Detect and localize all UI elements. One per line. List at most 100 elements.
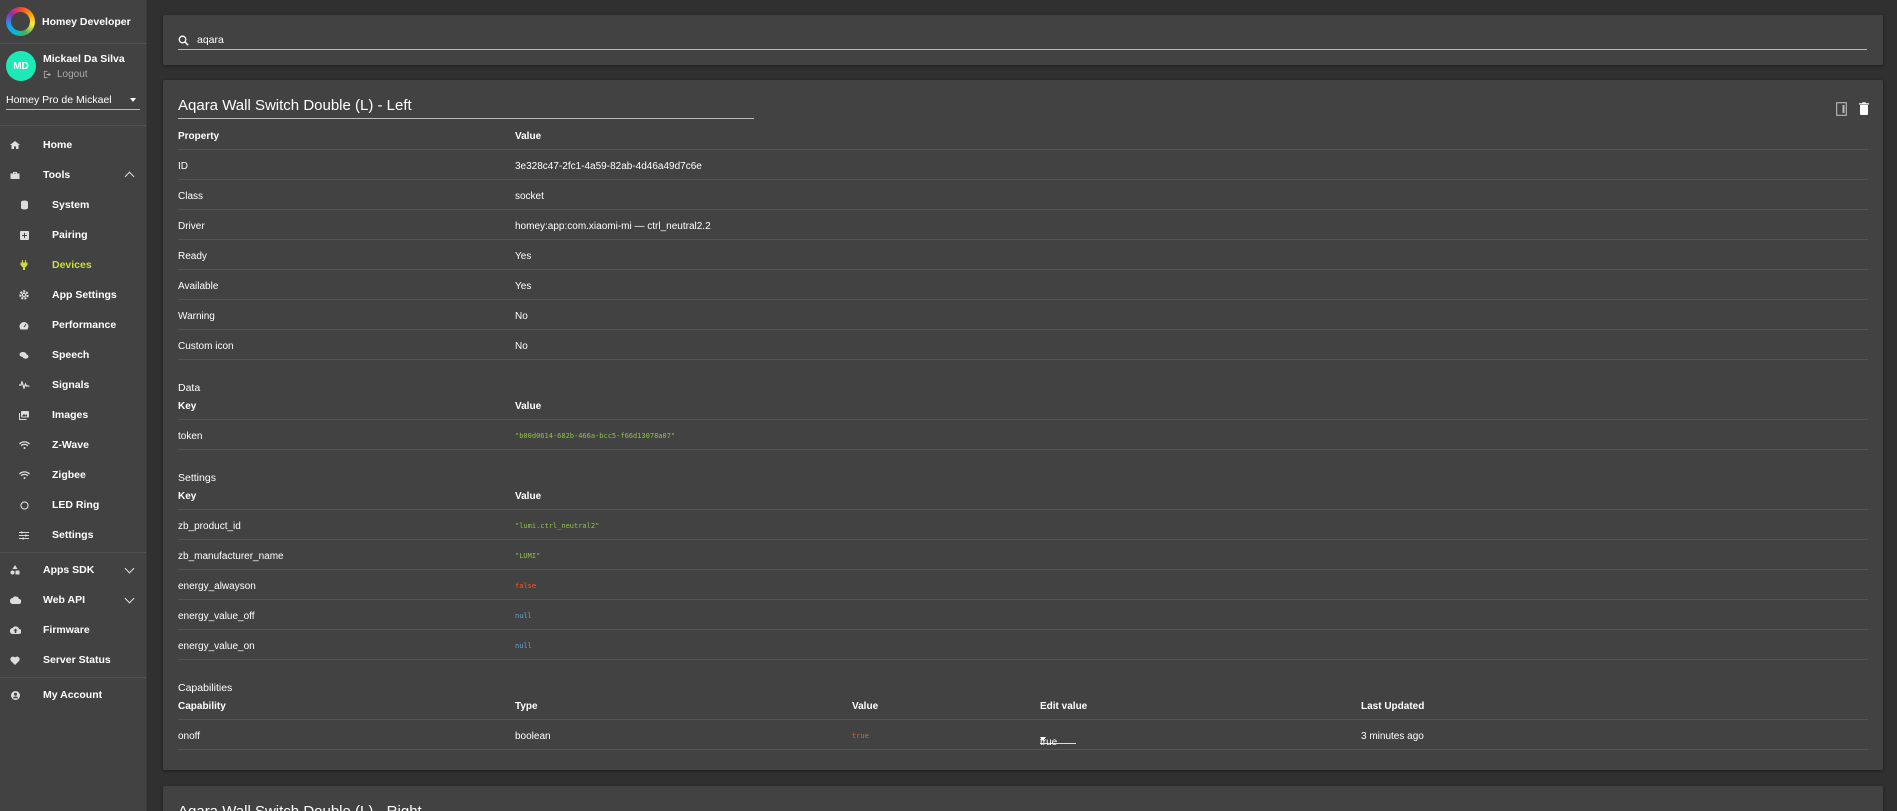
capability-name: onoff xyxy=(178,731,201,742)
nav-label: Speech xyxy=(52,349,90,361)
setting-value: "lumi.ctrl_neutral2" xyxy=(515,522,600,530)
avatar[interactable]: MD xyxy=(6,51,36,81)
prop-value: 3e328c47-2fc1-4a59-82ab-4d46a49d7c6e xyxy=(515,161,702,172)
prop-value: No xyxy=(515,311,528,322)
setting-value: null xyxy=(515,612,532,620)
nav-item-devices[interactable]: Devices xyxy=(0,250,146,280)
nav-item-firmware[interactable]: Firmware xyxy=(0,615,146,645)
nav-label: Devices xyxy=(52,259,92,271)
brand-title: Homey Developer xyxy=(42,15,131,28)
table-row: zb_manufacturer_name "LUMI" xyxy=(178,540,1868,570)
nav-label: LED Ring xyxy=(52,499,100,511)
home-icon xyxy=(9,139,21,151)
nav-item-web-api[interactable]: Web API xyxy=(0,585,146,615)
nav-item-signals[interactable]: Signals xyxy=(0,370,146,400)
device-title[interactable]: Aqara Wall Switch Double (L) - Left xyxy=(178,97,754,119)
nav-label: Firmware xyxy=(43,624,90,636)
homey-select[interactable]: Homey Pro de Mickael xyxy=(6,90,140,110)
database-icon xyxy=(18,199,30,211)
table-row: energy_alwayson false xyxy=(178,570,1868,600)
user-name: Mickael Da Silva xyxy=(43,52,125,65)
nav-label: Performance xyxy=(52,319,117,331)
nav-item-tools[interactable]: Tools xyxy=(0,160,146,190)
nav-item-zwave[interactable]: Z-Wave xyxy=(0,430,146,460)
header-capability: Capability xyxy=(178,701,226,712)
device-title[interactable]: Aqara Wall Switch Double (L) - Right xyxy=(178,803,422,811)
table-row: Driver homey:app:com.xiaomi-mi — ctrl_neu… xyxy=(178,210,1868,240)
brand[interactable]: Homey Developer xyxy=(0,0,146,44)
prop-value: Yes xyxy=(515,281,532,292)
nav-item-pairing[interactable]: Pairing xyxy=(0,220,146,250)
setting-key: energy_alwayson xyxy=(178,581,256,592)
table-row: zb_product_id "lumi.ctrl_neutral2" xyxy=(178,510,1868,540)
properties-table: Property Value ID 3e328c47-2fc1-4a59-82ab… xyxy=(178,120,1868,360)
nav-item-led-ring[interactable]: LED Ring xyxy=(0,490,146,520)
heart-icon xyxy=(9,654,21,666)
header-value: Value xyxy=(515,491,542,502)
plus-box-icon xyxy=(18,229,30,241)
nav-item-speech[interactable]: Speech xyxy=(0,340,146,370)
table-row: token "b00d0614-682b-466a-bcc5-f66d13078a… xyxy=(178,420,1868,450)
speedometer-icon xyxy=(18,319,30,331)
prop-key: Available xyxy=(178,281,219,292)
nav-label: System xyxy=(52,199,90,211)
search-input[interactable]: aqara xyxy=(178,31,1867,50)
edit-value-select[interactable]: true xyxy=(1040,726,1076,748)
prop-key: Driver xyxy=(178,221,205,232)
logout-link[interactable]: Logout xyxy=(43,69,125,80)
setting-key: zb_product_id xyxy=(178,521,241,532)
data-key: token xyxy=(178,431,203,442)
capability-type: boolean xyxy=(515,731,551,742)
delete-icon[interactable] xyxy=(1859,102,1869,115)
prop-value: Yes xyxy=(515,251,532,262)
table-row: Custom icon No xyxy=(178,330,1868,360)
nav-item-system[interactable]: System xyxy=(0,190,146,220)
nav-item-server-status[interactable]: Server Status xyxy=(0,645,146,675)
nav-item-home[interactable]: Home xyxy=(0,130,146,160)
nav-label: Web API xyxy=(43,594,86,606)
table-row: energy_value_on null xyxy=(178,630,1868,660)
nav-item-my-account[interactable]: My Account xyxy=(0,680,146,710)
table-row: Warning No xyxy=(178,300,1868,330)
chevron-down-icon xyxy=(124,593,135,604)
nav-label: Pairing xyxy=(52,229,88,241)
nav-item-images[interactable]: Images xyxy=(0,400,146,430)
table-header: Property Value xyxy=(178,120,1868,150)
header-value: Value xyxy=(515,401,542,412)
settings-table: Key Value zb_product_id "lumi.ctrl_neutra… xyxy=(178,480,1868,660)
search-icon xyxy=(178,35,189,46)
nav-label: App Settings xyxy=(52,289,117,301)
nav-label: Tools xyxy=(43,169,71,181)
nav-item-app-settings[interactable]: App Settings xyxy=(0,280,146,310)
ring-icon xyxy=(18,499,30,511)
nav-item-zigbee[interactable]: Zigbee xyxy=(0,460,146,490)
logout-icon xyxy=(43,70,52,78)
nav-label: Z-Wave xyxy=(52,439,89,451)
table-row: energy_value_off null xyxy=(178,600,1868,630)
chevron-down-icon xyxy=(130,97,136,102)
plug-icon xyxy=(18,259,30,271)
search-value: aqara xyxy=(197,34,224,46)
device-card: Aqara Wall Switch Double (L) - Left Prop… xyxy=(163,80,1883,770)
setting-value: null xyxy=(515,642,532,650)
user-panel: MD Mickael Da Silva Logout xyxy=(0,44,146,88)
nav-item-performance[interactable]: Performance xyxy=(0,310,146,340)
setting-value: false xyxy=(515,582,537,590)
table-header: Capability Type Value Edit value Last Up… xyxy=(178,690,1868,720)
nav-item-settings[interactable]: Settings xyxy=(0,520,146,550)
search-card: aqara xyxy=(163,15,1883,65)
cloud-icon xyxy=(9,594,21,606)
shapes-icon xyxy=(9,564,21,576)
header-property: Property xyxy=(178,131,220,142)
header-value: Value xyxy=(515,131,542,142)
nav-label: Settings xyxy=(52,529,94,541)
chevron-down-icon xyxy=(124,563,135,574)
nav-label: My Account xyxy=(43,689,103,701)
open-in-new-icon[interactable] xyxy=(1836,102,1847,116)
sliders-icon xyxy=(18,529,30,541)
homey-select-value: Homey Pro de Mickael xyxy=(6,93,112,106)
nav-label: Images xyxy=(52,409,89,421)
prop-key: Ready xyxy=(178,251,207,262)
nav-item-apps-sdk[interactable]: Apps SDK xyxy=(0,555,146,585)
sidebar: Homey Developer MD Mickael Da Silva Logo… xyxy=(0,0,147,811)
